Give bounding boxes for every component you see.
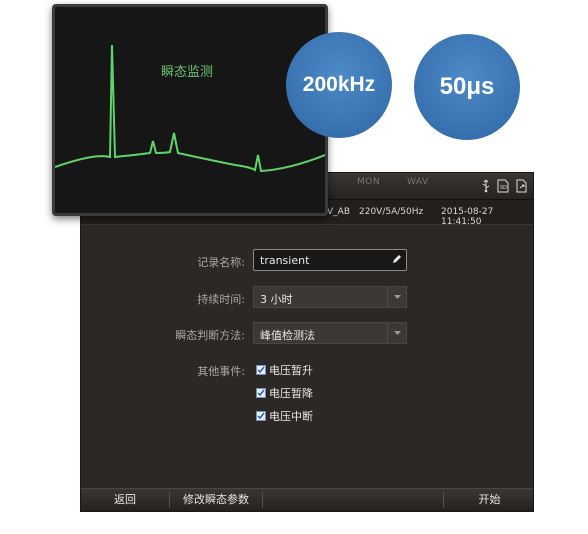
- divider: [262, 492, 263, 508]
- judgment-method-label: 瞬态判断方法:: [175, 329, 245, 342]
- duration-label: 持续时间:: [197, 293, 245, 306]
- checkbox-check-icon[interactable]: [256, 365, 266, 375]
- spec-label: 220V/5A/50Hz: [359, 207, 424, 217]
- record-name-label: 记录名称:: [197, 256, 245, 269]
- datetime-label: 2015-08-27 11:41:50: [441, 207, 494, 227]
- checkbox-label: 电压暂升: [269, 364, 313, 377]
- checkbox-voltage-interruption[interactable]: 电压中断: [256, 409, 313, 423]
- sample-rate-badge: 200kHz: [286, 32, 392, 138]
- checkbox-label: 电压中断: [269, 410, 313, 423]
- tab-mon[interactable]: MON: [357, 177, 380, 187]
- checkbox-voltage-swell[interactable]: 电压暂升: [256, 363, 313, 377]
- dropdown-arrow-icon[interactable]: [387, 287, 406, 307]
- svg-text:SD: SD: [500, 185, 507, 191]
- channel-label: V_AB: [327, 207, 350, 217]
- checkbox-check-icon[interactable]: [256, 388, 266, 398]
- record-name-value: transient: [260, 254, 310, 267]
- bottom-bar: 返回 修改瞬态参数 开始: [81, 488, 533, 511]
- checkbox-check-icon[interactable]: [256, 411, 266, 421]
- usb-icon: [481, 178, 491, 197]
- record-name-input[interactable]: transient: [253, 249, 407, 271]
- modify-params-button[interactable]: 修改瞬态参数: [170, 489, 262, 511]
- edit-icon[interactable]: [391, 254, 402, 268]
- sd-card-icon: SD: [497, 178, 509, 197]
- resolution-badge: 50μs: [414, 34, 520, 140]
- dropdown-arrow-icon[interactable]: [387, 323, 406, 343]
- checkbox-label: 电压暂降: [269, 387, 313, 400]
- judgment-method-value: 峰值检测法: [260, 329, 315, 342]
- back-button[interactable]: 返回: [81, 489, 169, 511]
- judgment-method-select[interactable]: 峰值检测法: [253, 322, 407, 344]
- checkbox-voltage-sag[interactable]: 电压暂降: [256, 386, 313, 400]
- tab-wav[interactable]: WAV: [407, 177, 429, 187]
- duration-select[interactable]: 3 小时: [253, 286, 407, 308]
- device-screen: MON WAV SD V_AB 220V/5A/50Hz 2015-08-27 …: [80, 172, 534, 512]
- other-events-label: 其他事件:: [197, 365, 245, 378]
- start-button[interactable]: 开始: [444, 489, 535, 511]
- export-icon[interactable]: [515, 178, 527, 197]
- waveform-trace: [55, 44, 325, 173]
- duration-value: 3 小时: [260, 293, 293, 306]
- waveform-card: 瞬态监测: [52, 4, 328, 216]
